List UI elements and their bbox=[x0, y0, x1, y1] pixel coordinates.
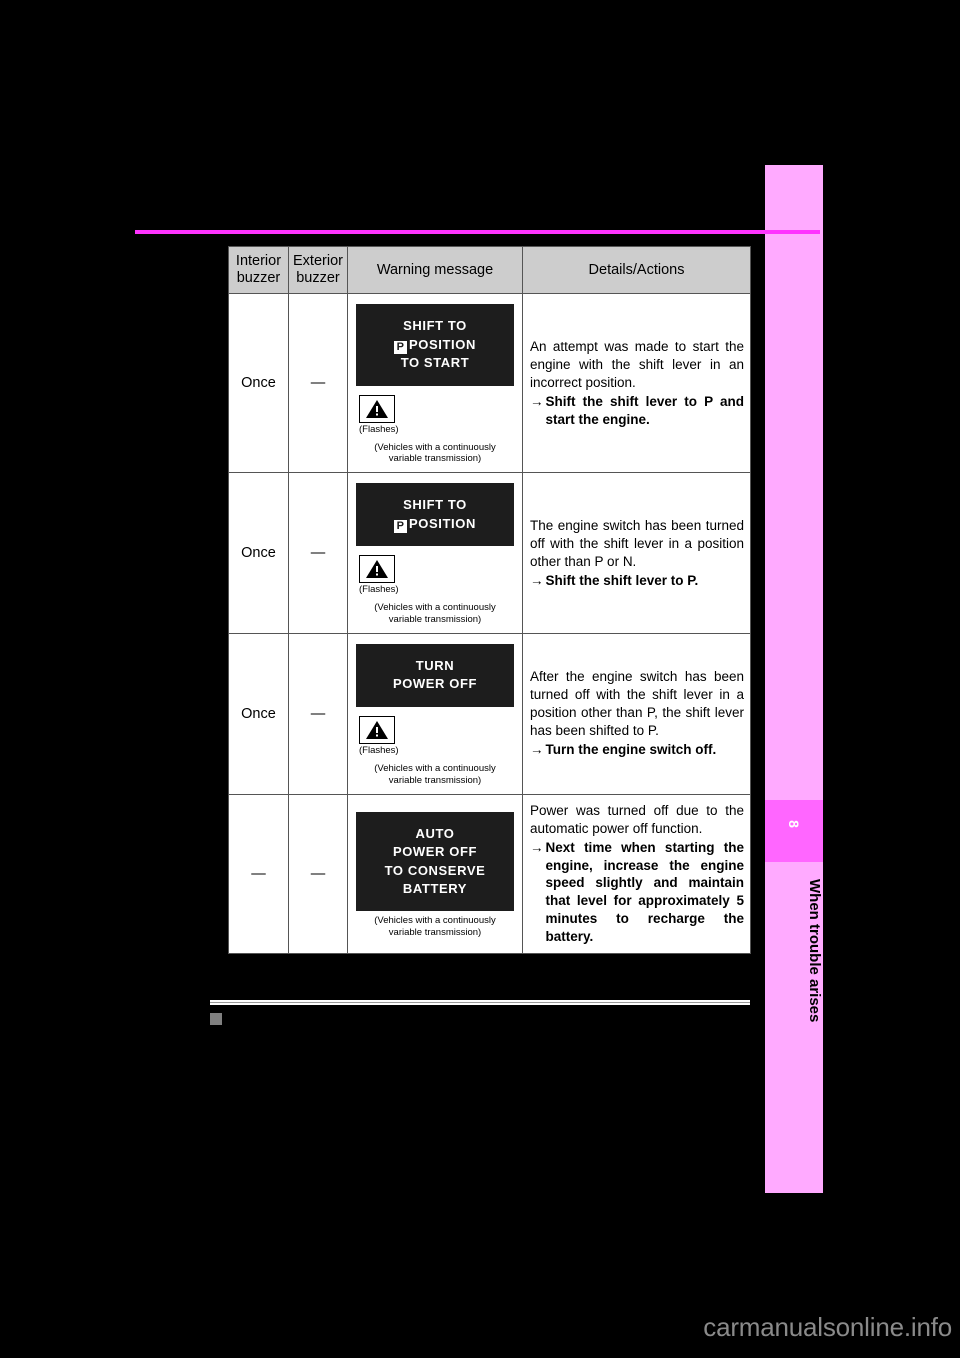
arrow-icon: → bbox=[530, 742, 544, 758]
arrow-icon: → bbox=[530, 572, 544, 588]
chapter-title: When trouble arises bbox=[806, 879, 823, 1023]
vehicle-note: (Vehicles with a continuously variable t… bbox=[374, 602, 496, 626]
display-panel: TURN POWER OFF bbox=[356, 643, 514, 707]
display-line-2-text: POWER OFF bbox=[392, 844, 478, 860]
cell-exterior-buzzer: — bbox=[288, 472, 348, 634]
vehicle-note: (Vehicles with a continuously variable t… bbox=[374, 441, 496, 465]
chapter-number-badge: 8 bbox=[765, 800, 823, 862]
cell-interior-buzzer: Once bbox=[228, 632, 289, 795]
display-line-2-text: POSITION bbox=[409, 515, 476, 531]
warning-triangle-icon bbox=[359, 555, 395, 584]
column-header-exterior-buzzer: Exterior buzzer bbox=[288, 245, 348, 295]
column-header-warning-message: Warning message bbox=[347, 245, 523, 295]
flashing-indicator: (Flashes) bbox=[353, 715, 517, 756]
action-text: Next time when starting the engine, incr… bbox=[545, 839, 745, 945]
action-text: Shift the shift lever to P. bbox=[545, 572, 699, 588]
header-rule bbox=[135, 230, 820, 234]
display-line-4: BATTERY bbox=[402, 881, 468, 897]
display-panel: SHIFT TO P POSITION bbox=[356, 483, 514, 547]
flashing-indicator: (Flashes) bbox=[353, 394, 517, 435]
cell-warning-message: TURN POWER OFF (Flashes) (Vehicles with … bbox=[347, 632, 523, 795]
details-paragraph: The engine switch has been turned off wi… bbox=[530, 517, 744, 569]
cell-warning-message: SHIFT TO P POSITION (Flashes) (Vehicles w… bbox=[347, 472, 523, 634]
column-header-interior-buzzer: Interior buzzer bbox=[228, 245, 289, 295]
flashes-label: (Flashes) bbox=[359, 423, 399, 435]
warning-triangle-icon bbox=[359, 394, 395, 423]
cell-exterior-buzzer: — bbox=[288, 793, 348, 955]
cell-interior-buzzer: Once bbox=[228, 472, 289, 634]
cell-details-actions: An attempt was made to start the engine … bbox=[522, 293, 751, 474]
action-item: → Next time when starting the engine, in… bbox=[530, 839, 744, 947]
details-paragraph: After the engine switch has been turned … bbox=[530, 669, 744, 739]
section-marker bbox=[210, 1013, 222, 1025]
table-row: Once — SHIFT TO P POSITION (Flashes) (Ve… bbox=[228, 472, 751, 634]
action-text: Shift the shift lever to P and start the… bbox=[545, 393, 745, 427]
display-line-2-text: POWER OFF bbox=[392, 676, 478, 692]
details-paragraph: An attempt was made to start the engine … bbox=[530, 338, 744, 390]
display-line-2: P POSITION bbox=[360, 336, 510, 354]
display-line-1: SHIFT TO bbox=[403, 318, 467, 334]
vehicle-note: (Vehicles with a continuously variable t… bbox=[374, 915, 496, 939]
cell-warning-message: SHIFT TO P POSITION TO START (Flashes) (V… bbox=[347, 293, 523, 474]
vehicle-note: (Vehicles with a continuously variable t… bbox=[374, 762, 496, 786]
table-row: — — AUTO POWER OFF TO CONSERVE BATTERY (… bbox=[228, 793, 751, 955]
arrow-icon: → bbox=[530, 839, 544, 855]
cell-details-actions: After the engine switch has been turned … bbox=[522, 632, 751, 795]
flashes-label: (Flashes) bbox=[359, 744, 399, 756]
display-line-3: TO CONSERVE bbox=[384, 862, 486, 878]
cell-exterior-buzzer: — bbox=[288, 632, 348, 795]
park-position-icon: P bbox=[394, 340, 408, 354]
table-row: Once — SHIFT TO P POSITION TO START (Fla… bbox=[228, 293, 751, 474]
details-paragraph: Power was turned off due to the automati… bbox=[530, 802, 744, 836]
display-line-2: P POSITION bbox=[360, 515, 510, 533]
display-line-1: TURN bbox=[415, 657, 455, 673]
display-panel: SHIFT TO P POSITION TO START bbox=[356, 304, 514, 386]
cell-interior-buzzer: — bbox=[228, 793, 289, 955]
display-panel: AUTO POWER OFF TO CONSERVE BATTERY bbox=[356, 811, 514, 912]
cell-interior-buzzer: Once bbox=[228, 293, 289, 474]
cell-exterior-buzzer: — bbox=[288, 293, 348, 474]
footer-rule bbox=[210, 1000, 750, 1005]
column-header-details-actions: Details/Actions bbox=[522, 245, 751, 295]
action-item: → Turn the engine switch off. bbox=[530, 741, 744, 759]
table-row: Once — TURN POWER OFF (Flashes) (Vehicle… bbox=[228, 632, 751, 795]
cell-warning-message: AUTO POWER OFF TO CONSERVE BATTERY (Vehi… bbox=[347, 793, 523, 955]
action-text: Turn the engine switch off. bbox=[545, 742, 717, 758]
warning-messages-table: Interior buzzer Exterior buzzer Warning … bbox=[228, 245, 751, 955]
arrow-icon: → bbox=[530, 393, 544, 409]
display-line-3: TO START bbox=[400, 355, 470, 371]
display-line-2-text: POSITION bbox=[409, 336, 476, 352]
display-line-1: AUTO bbox=[415, 825, 455, 841]
action-item: → Shift the shift lever to P. bbox=[530, 572, 744, 590]
display-line-1: SHIFT TO bbox=[403, 497, 467, 513]
flashing-indicator: (Flashes) bbox=[353, 555, 517, 595]
chapter-number: 8 bbox=[786, 820, 802, 828]
cell-details-actions: Power was turned off due to the automati… bbox=[522, 793, 751, 955]
warning-triangle-icon bbox=[359, 715, 395, 744]
park-position-icon: P bbox=[394, 519, 408, 533]
watermark: carmanualsonline.info bbox=[703, 1312, 952, 1342]
action-item: → Shift the shift lever to P and start t… bbox=[530, 393, 744, 429]
table-header-row: Interior buzzer Exterior buzzer Warning … bbox=[228, 245, 751, 295]
flashes-label: (Flashes) bbox=[359, 584, 399, 596]
cell-details-actions: The engine switch has been turned off wi… bbox=[522, 472, 751, 634]
